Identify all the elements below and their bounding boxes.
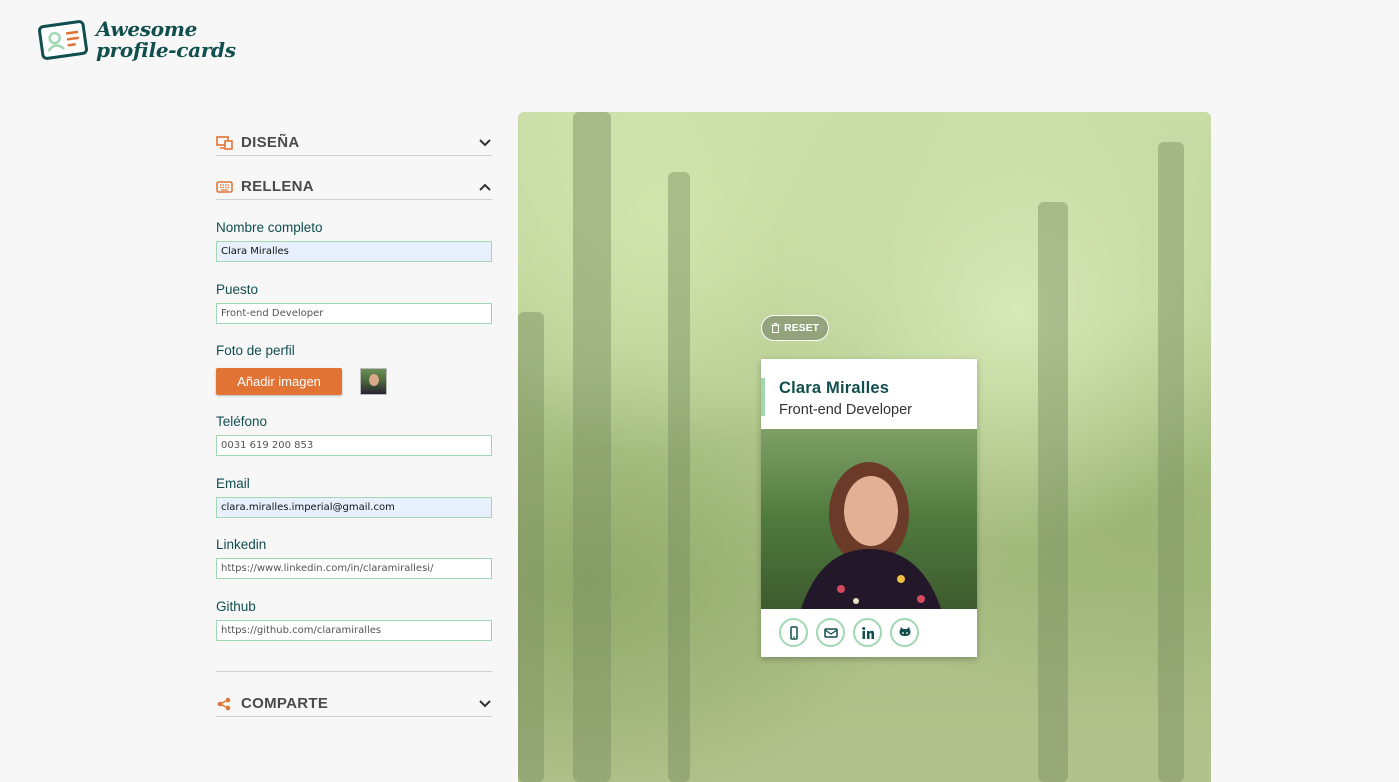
brand-line-2: profile-cards (96, 38, 236, 62)
brand-line-1: Awesome (96, 17, 198, 41)
profile-card: Clara Miralles Front-end Developer (761, 359, 977, 657)
form-panel: DISEÑA RELLENA Nombre completo Puesto Fo… (216, 130, 492, 641)
name-label: Nombre completo (216, 220, 323, 235)
chevron-up-icon[interactable] (478, 180, 492, 194)
keyboard-icon (216, 180, 233, 193)
section-design-header[interactable]: DISEÑA (216, 130, 492, 156)
card-accent-bar (761, 378, 765, 416)
share-icon (217, 697, 231, 710)
chevron-down-icon[interactable] (478, 697, 492, 711)
section-fill-header[interactable]: RELLENA (216, 174, 492, 200)
linkedin-icon[interactable] (853, 618, 882, 647)
photo-label: Foto de perfil (216, 343, 295, 358)
reset-button[interactable]: RESET (761, 315, 829, 341)
phone-field: Teléfono (216, 414, 492, 456)
design-icon (216, 135, 233, 150)
email-field: Email (216, 476, 492, 518)
chevron-down-icon[interactable] (478, 136, 492, 150)
section-share-title: COMPARTE (241, 695, 329, 712)
name-field: Nombre completo (216, 220, 492, 262)
mobile-icon[interactable] (779, 618, 808, 647)
job-field: Puesto (216, 282, 492, 324)
linkedin-field: Linkedin (216, 537, 492, 579)
reset-label: RESET (783, 322, 819, 334)
section-design-title: DISEÑA (241, 134, 300, 151)
profile-card-icon (38, 20, 88, 60)
trash-icon (771, 323, 780, 333)
form-divider (216, 671, 492, 672)
photo-field: Foto de perfil Añadir imagen (216, 343, 492, 395)
card-preview-area: RESET Clara Miralles Front-end Developer (518, 112, 1211, 782)
phone-label: Teléfono (216, 414, 268, 429)
github-field: Github (216, 599, 492, 641)
mail-icon[interactable] (816, 618, 845, 647)
email-label: Email (216, 476, 250, 491)
card-name: Clara Miralles (779, 379, 890, 397)
phone-input[interactable] (216, 435, 492, 456)
email-input[interactable] (216, 497, 492, 518)
card-photo (761, 429, 977, 609)
brand-name: Awesome profile-cards (96, 19, 236, 61)
section-share-header[interactable]: COMPARTE (216, 691, 492, 717)
job-label: Puesto (216, 282, 259, 297)
add-image-button[interactable]: Añadir imagen (216, 368, 342, 395)
section-fill-title: RELLENA (241, 178, 314, 195)
job-input[interactable] (216, 303, 492, 324)
card-job: Front-end Developer (779, 402, 912, 418)
linkedin-label: Linkedin (216, 537, 267, 552)
github-label: Github (216, 599, 256, 614)
app-logo: Awesome profile-cards (38, 18, 236, 62)
linkedin-input[interactable] (216, 558, 492, 579)
github-icon[interactable] (890, 618, 919, 647)
card-contact-icons (761, 609, 977, 647)
name-input[interactable] (216, 241, 492, 262)
photo-thumbnail (360, 368, 387, 395)
github-input[interactable] (216, 620, 492, 641)
